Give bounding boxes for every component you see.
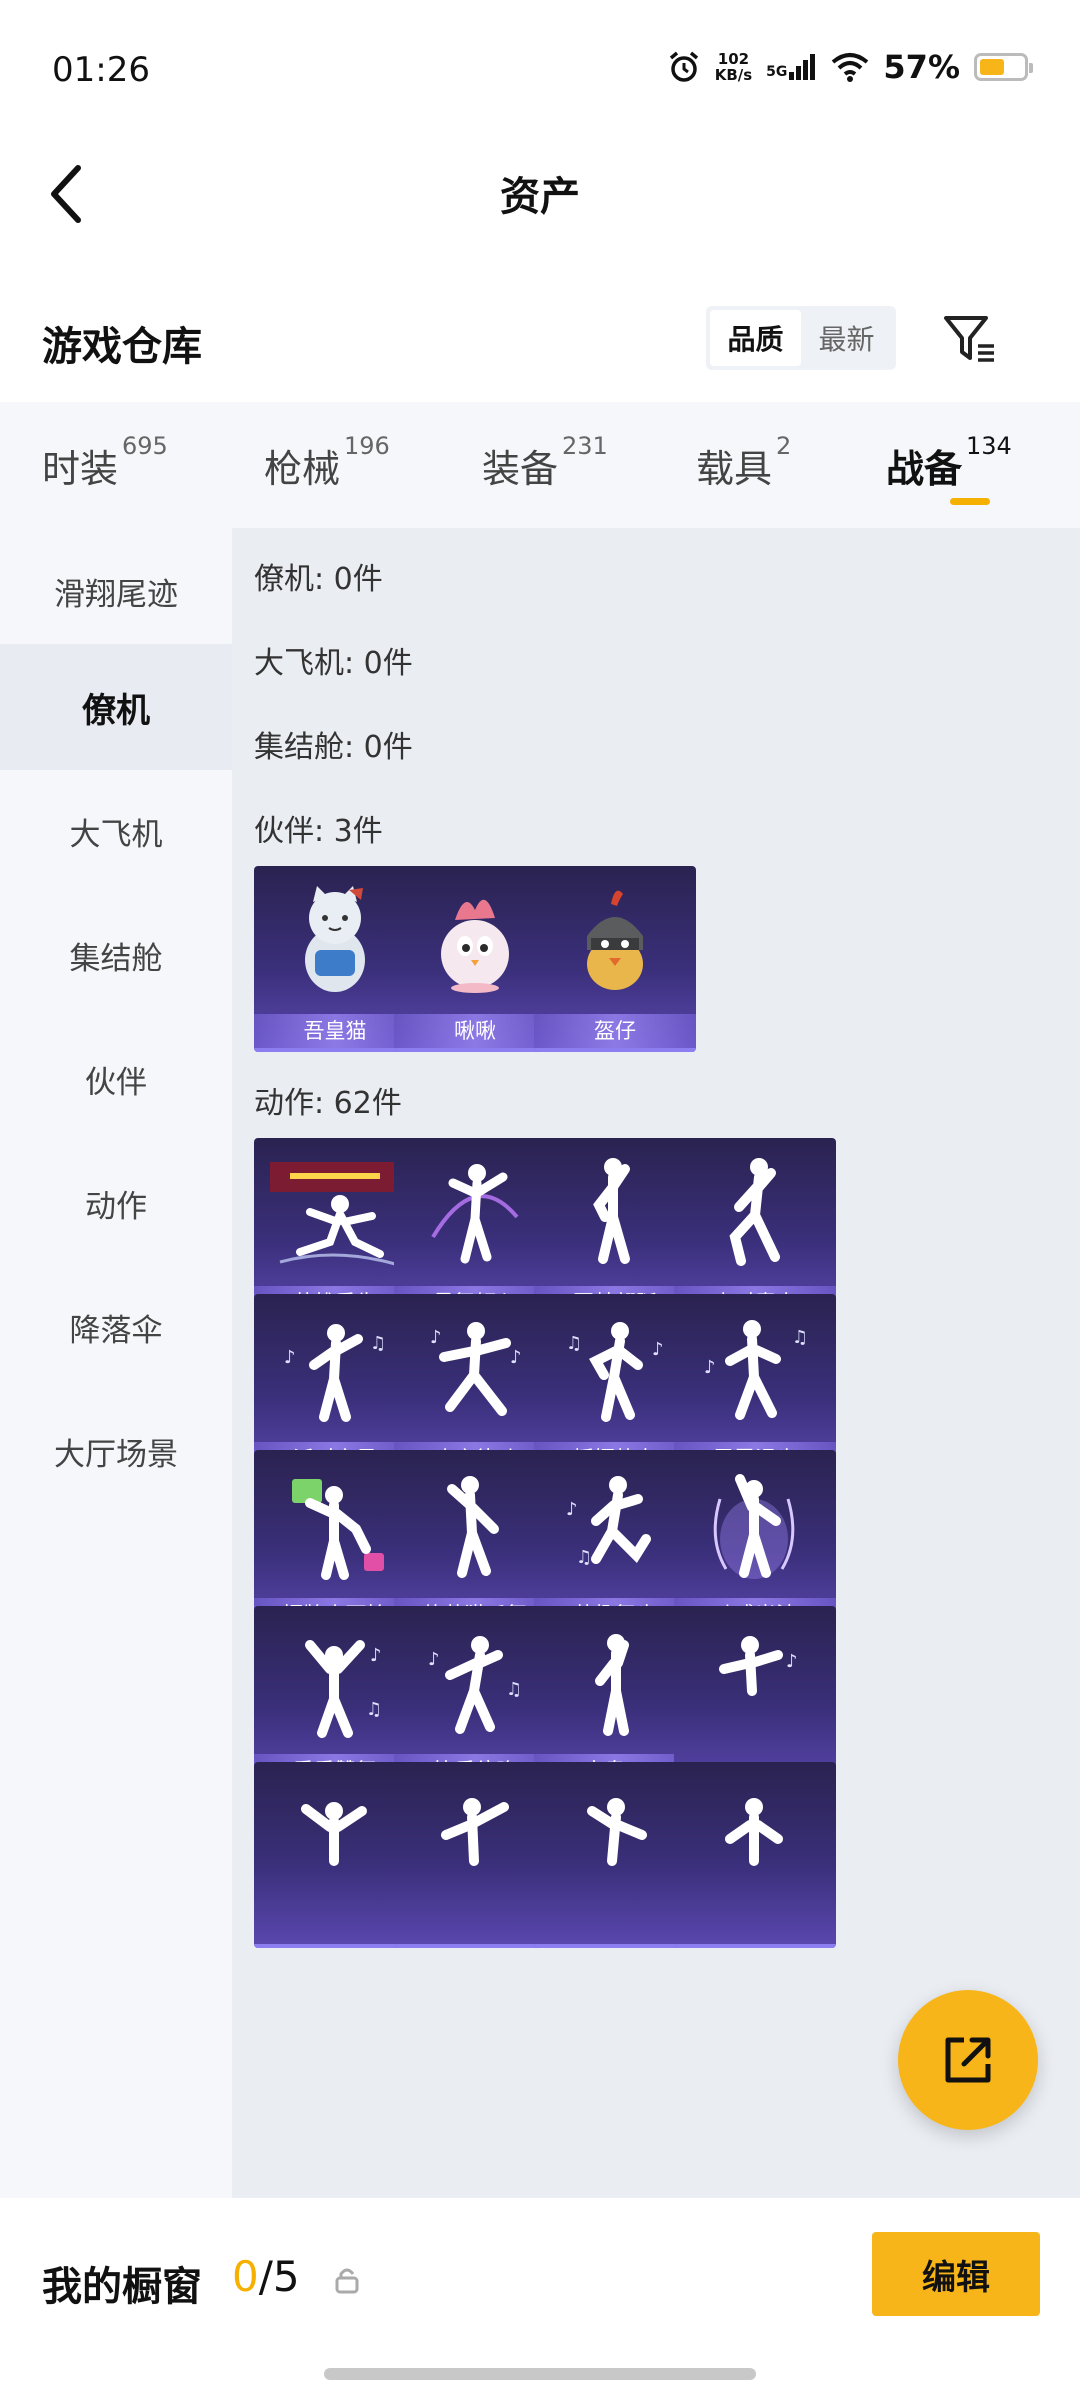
wifi-icon (832, 53, 869, 82)
battery-percent: 57% (883, 48, 960, 86)
helmet-chick-icon (587, 890, 643, 990)
dancer-silhouette-icon: ♪♫ (284, 1324, 386, 1422)
emote-card[interactable] (394, 1762, 556, 1948)
showcase-label: 我的橱窗 (42, 2264, 202, 2310)
svg-text:♪: ♪ (284, 1347, 296, 1368)
page-header: 资产 (0, 140, 1080, 250)
emote-card[interactable] (254, 1762, 416, 1948)
item-name: 啾啾 (394, 1014, 556, 1048)
svg-text:♪: ♪ (566, 1499, 578, 1520)
bird-figure-icon (441, 899, 509, 993)
sidebar-item-rally-pod[interactable]: 集结舱 (0, 892, 232, 1018)
svg-text:♪: ♪ (786, 1651, 798, 1672)
status-time: 01:26 (52, 50, 150, 90)
sort-quality-button[interactable]: 品质 (710, 310, 801, 366)
net-speed: 102 KB/s (714, 50, 753, 84)
sidebar-item-partner[interactable]: 伙伴 (0, 1016, 232, 1142)
sidebar: 滑翔尾迹 僚机 大飞机 集结舱 伙伴 动作 降落伞 大厅场景 (0, 528, 232, 2198)
dancer-silhouette-icon (729, 1158, 780, 1266)
sign-holder-icon (292, 1479, 384, 1580)
external-link-icon (945, 2037, 991, 2083)
emote-card[interactable] (674, 1762, 836, 1948)
light-wave-dancer-icon (713, 1474, 795, 1579)
item-name: 吾皇猫 (254, 1014, 416, 1048)
page-title: 资产 (500, 174, 580, 220)
sidebar-item-big-plane[interactable]: 大飞机 (0, 768, 232, 894)
network-type: 5G (766, 64, 788, 80)
dancer-silhouette-icon (587, 1798, 647, 1866)
dancer-silhouette-icon (301, 1802, 367, 1866)
dancer-silhouette-icon: ♪♫ (566, 1476, 651, 1568)
sidebar-item-glide-trail[interactable]: 滑翔尾迹 (0, 528, 232, 654)
status-icons: 102 KB/s 5G 57% (667, 48, 1033, 86)
section-emote: 动作: 62件 (254, 1086, 402, 1121)
svg-text:♫: ♫ (576, 1547, 592, 1568)
dancer-silhouette-icon (593, 1158, 630, 1264)
share-fab-button[interactable] (898, 1990, 1038, 2130)
dancer-silhouette-icon: ♪♫ (428, 1636, 522, 1734)
edit-button[interactable]: 编辑 (872, 2232, 1040, 2316)
hero-pose-icon (270, 1162, 400, 1266)
lock-icon (335, 2268, 359, 2294)
svg-text:♫: ♫ (506, 1679, 522, 1700)
tab-fashion[interactable]: 时装695 (42, 432, 168, 493)
svg-text:♫: ♫ (366, 1699, 382, 1720)
item-grid: 僚机: 0件 大飞机: 0件 集结舱: 0件 伙伴: 3件 吾皇猫 啾啾 盔仔 … (232, 528, 1080, 2198)
status-bar: 01:26 102 KB/s 5G 57% (0, 0, 1080, 140)
tab-supplies[interactable]: 战备134 (886, 432, 1012, 493)
tab-guns[interactable]: 枪械196 (264, 432, 390, 493)
partner-card[interactable]: 啾啾 (394, 866, 556, 1052)
sort-newest-button[interactable]: 最新 (801, 310, 892, 366)
dancer-silhouette-icon (595, 1634, 629, 1736)
dancer-silhouette-icon: ♪ (719, 1636, 798, 1696)
showcase-count: 0/5 (232, 2252, 300, 2301)
dancer-silhouette-icon: ♪♫ (305, 1640, 382, 1738)
svg-text:♪: ♪ (370, 1645, 382, 1666)
svg-text:♫: ♫ (792, 1327, 808, 1348)
warehouse-title: 游戏仓库 (42, 324, 202, 370)
sidebar-item-lobby-scene[interactable]: 大厅场景 (0, 1388, 232, 1514)
dancer-silhouette-icon (447, 1476, 499, 1578)
showcase-bar: 我的橱窗 0/5 编辑 (0, 2198, 1080, 2400)
partner-card[interactable]: 盔仔 (534, 866, 696, 1052)
tab-equipment[interactable]: 装备231 (482, 432, 608, 493)
svg-text:♪: ♪ (428, 1649, 440, 1670)
warehouse-header: 游戏仓库 品质 最新 (0, 290, 1080, 400)
partner-card[interactable]: 吾皇猫 (254, 866, 416, 1052)
section-big-plane: 大飞机: 0件 (254, 646, 413, 681)
svg-text:♪: ♪ (704, 1357, 716, 1378)
section-wingman: 僚机: 0件 (254, 562, 383, 597)
item-name: 盔仔 (534, 1014, 696, 1048)
svg-text:♪: ♪ (430, 1327, 442, 1348)
home-indicator[interactable] (324, 2368, 756, 2380)
emote-card[interactable] (534, 1762, 696, 1948)
sidebar-item-emote[interactable]: 动作 (0, 1140, 232, 1266)
svg-text:♪: ♪ (652, 1339, 664, 1360)
section-rally-pod: 集结舱: 0件 (254, 730, 413, 765)
sidebar-item-parachute[interactable]: 降落伞 (0, 1264, 232, 1390)
cat-figure-icon (305, 886, 365, 992)
svg-text:♫: ♫ (370, 1333, 386, 1354)
active-tab-indicator (950, 498, 990, 505)
category-tabs: 时装695 枪械196 装备231 载具2 战备134 (0, 402, 1080, 528)
tab-vehicles[interactable]: 载具2 (696, 432, 791, 493)
dancer-silhouette-icon (431, 1164, 519, 1264)
filter-button[interactable] (940, 308, 1000, 368)
sidebar-item-wingman[interactable]: 僚机 (0, 644, 232, 770)
dancer-silhouette-icon (441, 1798, 509, 1866)
dancer-silhouette-icon: ♪♪ (430, 1322, 522, 1416)
svg-text:♫: ♫ (566, 1333, 582, 1354)
signal-icon (789, 54, 816, 80)
battery-icon (974, 53, 1033, 81)
filter-icon (944, 316, 994, 362)
sort-toggle: 品质 最新 (706, 306, 896, 370)
dancer-silhouette-icon (725, 1798, 783, 1866)
dancer-silhouette-icon: ♫ ♪ (566, 1322, 664, 1422)
section-partner: 伙伴: 3件 (254, 814, 383, 849)
svg-text:♪: ♪ (510, 1347, 522, 1368)
alarm-icon (669, 51, 698, 82)
dancer-silhouette-icon: ♪♫ (704, 1320, 808, 1420)
